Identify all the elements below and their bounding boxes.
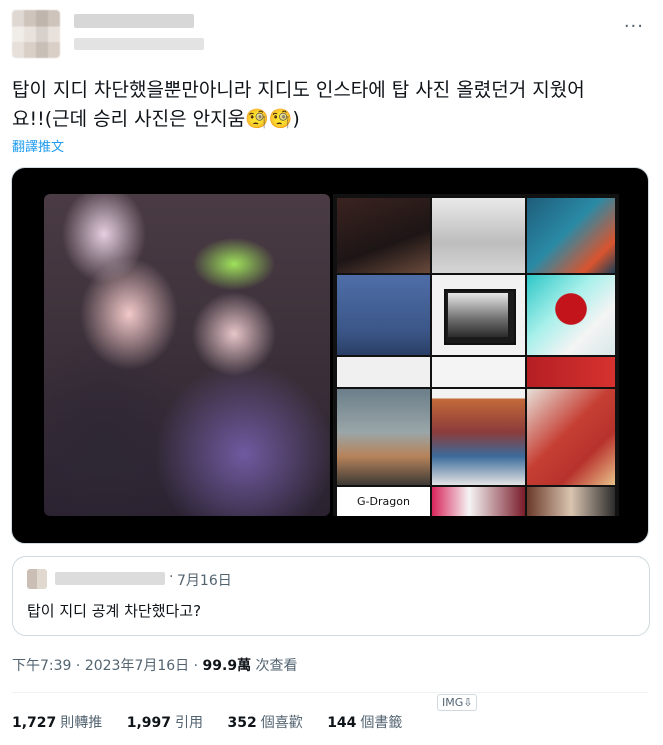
quoted-tweet[interactable]: · 7月16日 탑이 지디 공계 차단했다고? (12, 556, 650, 636)
grid-photo-1 (337, 198, 430, 273)
grid-photo-4 (337, 275, 430, 355)
retweets-stat[interactable]: 1,727 則轉推 (12, 712, 102, 732)
grid-photo-3 (527, 198, 615, 273)
avatar[interactable] (12, 10, 60, 58)
bookmarks-label: 個書籤 (360, 715, 403, 731)
instagram-grid-screenshot: G-Dragon (333, 194, 619, 516)
grid-photo-2 (432, 198, 525, 273)
quoted-name-redacted (55, 572, 165, 585)
grid-photo-7 (337, 357, 430, 387)
meta-separator: · (189, 658, 203, 674)
quotes-count: 1,997 (126, 715, 172, 731)
grid-photo-5 (432, 275, 525, 355)
likes-stat[interactable]: 352 個喜歡 (228, 712, 303, 732)
grid-photo-14 (432, 487, 525, 516)
grid-photo-9 (527, 357, 615, 387)
more-icon[interactable]: ··· (624, 16, 644, 37)
grid-photo-6 (527, 275, 615, 355)
likes-label: 個喜歡 (260, 715, 303, 731)
retweets-count: 1,727 (12, 715, 57, 731)
photo-two-men (44, 194, 330, 516)
likes-count: 352 (227, 715, 257, 731)
meta-separator: · (71, 658, 85, 674)
display-name-redacted[interactable] (74, 14, 194, 28)
divider (12, 692, 648, 693)
tweet-text: 탑이 지디 차단했을뿐만아니라 지디도 인스타에 탑 사진 올렸던거 지웠어 요… (12, 76, 634, 134)
quoted-date: 7月16日 (177, 573, 232, 589)
views-label: 次查看 (251, 658, 298, 674)
grid-photo-12 (527, 389, 615, 485)
quotes-stat[interactable]: 1,997 引用 (127, 712, 203, 732)
tweet-stats: 1,727 則轉推 1,997 引用 352 個喜歡 144 個書籤 (12, 712, 422, 732)
grid-photo-13: G-Dragon (337, 487, 430, 516)
quoted-avatar (27, 569, 47, 589)
tweet-time[interactable]: 下午7:39 (12, 658, 71, 674)
tweet-header: ··· (12, 10, 652, 60)
bookmarks-count: 144 (327, 715, 357, 731)
translate-link[interactable]: 翻譯推文 (12, 136, 64, 155)
quoted-text: 탑이 지디 공계 차단했다고? (27, 602, 202, 620)
quotes-label: 引用 (175, 715, 204, 731)
gd-label: G-Dragon (357, 495, 410, 508)
grid-photo-10 (337, 389, 430, 485)
grid-photo-11 (432, 389, 525, 485)
quoted-separator: · (169, 569, 174, 585)
bookmarks-stat[interactable]: 144 個書籤 (327, 712, 402, 732)
tweet-text-line-2: 요!!(근데 승리 사진은 안지움🧐🧐) (12, 108, 300, 130)
retweets-label: 則轉推 (60, 715, 103, 731)
username-redacted[interactable] (74, 38, 204, 50)
grid-photo-8 (432, 357, 525, 387)
tweet-media[interactable]: G-Dragon (11, 167, 649, 544)
img-download-badge[interactable]: IMG⇩ (437, 694, 478, 711)
views-count: 99.9萬 (202, 658, 252, 674)
tweet-text-line-1: 탑이 지디 차단했을뿐만아니라 지디도 인스타에 탑 사진 올렸던거 지웠어 (12, 79, 585, 101)
tweet-date[interactable]: 2023年7月16日 (85, 658, 189, 674)
tweet-meta: 下午7:39 · 2023年7月16日 · 99.9萬 次查看 (12, 655, 298, 675)
grid-photo-15 (527, 487, 615, 516)
